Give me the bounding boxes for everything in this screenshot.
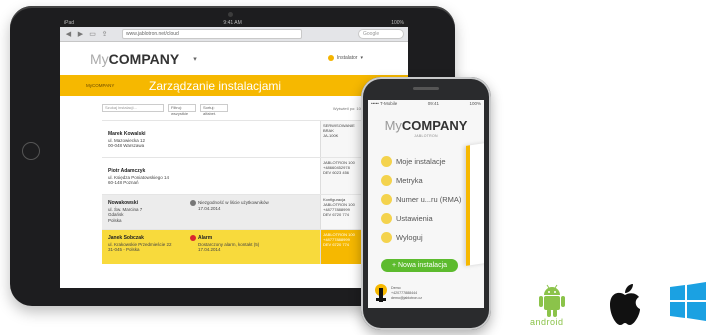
chevron-down-icon[interactable]: ▾: [193, 55, 197, 63]
browser-search-input[interactable]: Google: [358, 29, 404, 39]
apple-icon: [610, 284, 640, 325]
tablet-screen: iPad 9:41 AM 100% ◀ ▶ ▭ ⇪ www.jablotron.…: [60, 20, 408, 288]
logo-subtitle: JABLOTRON: [414, 134, 438, 138]
installation-search-input[interactable]: Szukaj instalacji...: [102, 104, 164, 112]
row-name: Janek Sobczak: [108, 235, 144, 241]
status-carrier: iPad: [64, 20, 75, 26]
browser-toolbar: ◀ ▶ ▭ ⇪ www.jablotron.net/cloud Google: [60, 27, 408, 42]
logout-icon: [381, 232, 392, 243]
row-event-date: 17.04.2014: [198, 206, 221, 211]
row-event-date: 17.04.2014: [198, 247, 221, 253]
user-email: demo@jablotron.cz: [391, 296, 423, 300]
row-address: ul. Księdza Poniatowskiego 14: [108, 174, 170, 180]
status-battery: 100%: [469, 101, 481, 106]
tablet-camera: [228, 12, 233, 17]
warning-icon: [190, 200, 196, 206]
row-city: 60-148 Poznań: [108, 180, 139, 185]
user-info: Demo +420777888444 demo@jablotron.cz: [391, 286, 422, 301]
status-battery: 100%: [391, 20, 404, 26]
row-address: ul. Krakowskie Przedmieście 22: [108, 241, 172, 247]
menu-item-metric[interactable]: Metryka: [381, 171, 467, 190]
menu-label: Moje instalacje: [396, 157, 446, 166]
user-icon: [327, 55, 334, 61]
menu-label: Wyloguj: [396, 233, 423, 242]
installation-list: Marek Kowalski ul. Mazowiecka 12 00-048 …: [102, 120, 364, 264]
phone-footer: Demo +420777888444 demo@jablotron.cz: [373, 283, 483, 305]
phone-screen: ••••• T-Mobile 09:41 100% MyCOMPANY JABL…: [368, 100, 484, 308]
menu-label: Numer u...ru (RMA): [396, 195, 462, 204]
jablotron-logo-icon: [375, 284, 387, 302]
rma-icon: [381, 194, 392, 205]
page-banner: MyCOMPANY Zarządzanie instalacjami: [60, 75, 408, 96]
row-side-line: DEV 6720 774: [323, 242, 350, 247]
status-carrier: ••••• T-Mobile: [371, 101, 398, 106]
phone-menu: Moje instalacje Metryka Numer u...ru (RM…: [381, 152, 467, 247]
address-bar[interactable]: www.jablotron.net/cloud: [122, 29, 302, 39]
row-address: ul. Mazowiecka 12: [108, 137, 146, 143]
row-event-detail: Dostarczony alarm, kontakt (5): [198, 241, 260, 247]
logo-company: COMPANY: [108, 50, 180, 67]
logo-my: My: [384, 118, 402, 133]
row-city: 31-045 - Polska: [108, 247, 140, 252]
row-name: Piotr Adamczyk: [108, 168, 146, 174]
row-side-line: DEV 6023 456: [323, 170, 350, 175]
menu-label: Metryka: [396, 176, 423, 185]
back-icon[interactable]: ◀: [64, 30, 73, 38]
row-event: Niezgodność w liście użytkowników: [198, 200, 269, 206]
alarm-icon: [190, 235, 196, 241]
logo-company: COMPANY: [401, 118, 468, 133]
logo-my: My: [90, 50, 109, 67]
status-time: 09:41: [427, 101, 440, 106]
menu-item-rma[interactable]: Numer u...ru (RMA): [381, 190, 467, 209]
row-name: Marek Kowalski: [108, 131, 146, 137]
row-event: Alarm: [198, 235, 213, 242]
table-row[interactable]: Piotr Adamczyk ul. Księdza Poniatowskieg…: [102, 157, 364, 194]
menu-label: Ustawienia: [396, 214, 433, 223]
page-size-select[interactable]: Wyświetl po: 10 ▾: [333, 106, 364, 111]
row-city: 00-048 Warszawa: [108, 143, 145, 148]
user-name: Instalator: [336, 55, 358, 61]
phone-device: ••••• T-Mobile 09:41 100% MyCOMPANY JABL…: [361, 77, 491, 330]
installation-card-peek[interactable]: [466, 142, 484, 266]
status-time: 9:41 AM: [223, 20, 242, 26]
app-header: My COMPANY ▾ Instalator ▾: [60, 42, 408, 75]
user-menu[interactable]: Instalator ▾: [327, 55, 363, 61]
windows-icon: [670, 282, 706, 321]
table-row[interactable]: Marek Kowalski ul. Mazowiecka 12 00-048 …: [102, 120, 364, 157]
row-country: Polska: [108, 217, 122, 223]
row-status-panel: JABLOTRON 100 +48777888999 DEV 6720 774: [320, 230, 364, 264]
bookmarks-icon[interactable]: ▭: [88, 30, 97, 38]
sort-select[interactable]: Sortuj: alfabet.: [200, 104, 228, 116]
row-city: Gdańsk: [108, 212, 124, 217]
new-installation-button[interactable]: + Nowa instalacja: [381, 259, 458, 272]
android-label: android: [530, 317, 564, 327]
gear-icon: [381, 213, 392, 224]
row-status-panel: JABLOTRON 100 +48660452978 DEV 6023 456: [320, 158, 364, 194]
table-row[interactable]: Janek Sobczak ul. Krakowskie Przedmieści…: [102, 229, 364, 264]
row-side-line: DEV 6720 774: [323, 212, 350, 217]
tablet-home-button[interactable]: [22, 142, 40, 160]
share-icon[interactable]: ⇪: [100, 30, 109, 38]
row-side-line: JA-100K: [323, 133, 339, 138]
row-address: ul. Św. Marcina 7: [108, 206, 143, 212]
chevron-down-icon: ▾: [360, 55, 363, 61]
installations-icon: [381, 156, 392, 167]
breadcrumb[interactable]: MyCOMPANY: [86, 83, 149, 88]
row-status-panel: Konfiguracja JABLOTRON 100 +48777888999 …: [320, 195, 364, 229]
phone-logo: MyCOMPANY: [368, 118, 484, 133]
row-name: Nowakowski: [108, 200, 139, 206]
filter-select[interactable]: Filtruj: wszystkie: [168, 104, 196, 116]
menu-item-settings[interactable]: Ustawienia: [381, 209, 467, 228]
metric-icon: [381, 175, 392, 186]
row-status-panel: SERWISOWANIE BRAK JA-100K: [320, 121, 364, 157]
tablet-status-bar: iPad 9:41 AM 100%: [60, 20, 408, 27]
table-row[interactable]: Nowakowski ul. Św. Marcina 7 Gdańsk Pols…: [102, 194, 364, 229]
phone-speaker: [413, 87, 439, 90]
forward-icon[interactable]: ▶: [76, 30, 85, 38]
menu-item-my-installations[interactable]: Moje instalacje: [381, 152, 467, 171]
list-toolbar: Szukaj instalacji... Filtruj: wszystkie …: [60, 96, 408, 116]
phone-status-bar: ••••• T-Mobile 09:41 100%: [368, 100, 484, 108]
page-title: Zarządzanie instalacjami: [149, 78, 282, 93]
menu-item-logout[interactable]: Wyloguj: [381, 228, 467, 247]
